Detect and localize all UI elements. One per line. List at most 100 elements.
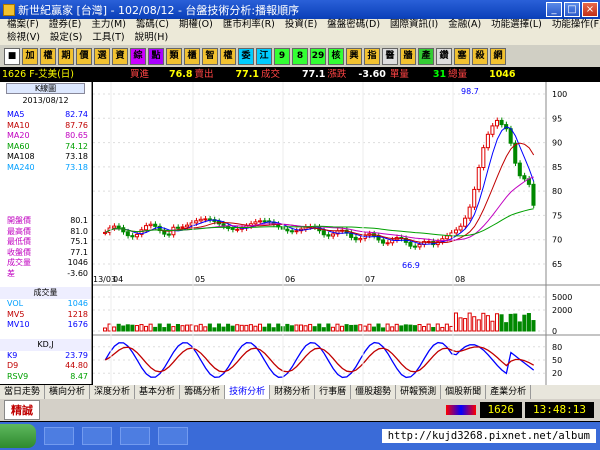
toolbar-button[interactable]: 9: [274, 47, 290, 65]
menu-item[interactable]: 功能操作(F): [547, 19, 600, 32]
menu-item[interactable]: 功能選擇(L): [486, 19, 547, 32]
toolbar-button[interactable]: 資: [112, 47, 128, 65]
stock-chart[interactable]: 10095908580757065 500020000 805020 13/03…: [93, 82, 600, 385]
maximize-button[interactable]: □: [564, 2, 580, 17]
tab[interactable]: 研報預測: [396, 385, 442, 399]
toolbar-button[interactable]: 櫃: [184, 47, 200, 65]
tab[interactable]: 籌碼分析: [180, 385, 226, 399]
toolbar-button[interactable]: 價: [76, 47, 92, 65]
candle: [463, 217, 468, 227]
toolbar-button[interactable]: 核: [328, 47, 344, 65]
x-tick-label: 04: [113, 275, 123, 284]
toolbar-button[interactable]: 醫: [382, 47, 398, 65]
toolbar-button[interactable]: ■: [4, 47, 20, 65]
menu-item[interactable]: 國際資訊(I): [385, 19, 443, 32]
candle: [235, 228, 240, 231]
tab[interactable]: 財務分析: [270, 385, 316, 399]
candle: [472, 188, 477, 208]
x-tick-label: 06: [285, 275, 295, 284]
toolbar-button[interactable]: 委: [238, 47, 254, 65]
menu-item[interactable]: 檢視(V): [2, 32, 45, 45]
menu-item[interactable]: 期權(O): [174, 19, 218, 32]
toolbar-button[interactable]: 期: [58, 47, 74, 65]
x-tick-label: 07: [365, 275, 375, 284]
toolbar-button[interactable]: 選: [94, 47, 110, 65]
toolbar-button[interactable]: 江: [256, 47, 272, 65]
indicator-label: 收盤價: [7, 247, 31, 257]
close-button[interactable]: ×: [582, 2, 598, 17]
menu-item[interactable]: 檔案(F): [2, 19, 44, 32]
volume-bar: [207, 323, 212, 332]
toolbar-button[interactable]: 類: [166, 47, 182, 65]
volume-bar: [203, 326, 208, 332]
toolbar-button[interactable]: 權: [220, 47, 236, 65]
toolbar-button[interactable]: 智: [202, 47, 218, 65]
toolbar-button[interactable]: 興: [346, 47, 362, 65]
toolbar-button[interactable]: 綜: [130, 47, 146, 65]
volume-bar: [153, 326, 158, 332]
toolbar-button[interactable]: 點: [148, 47, 164, 65]
candle: [166, 233, 171, 236]
menu-item[interactable]: 投資(E): [280, 19, 322, 32]
candle: [444, 235, 449, 240]
indicator-row: MA108 73.18: [0, 152, 91, 163]
tab[interactable]: 當日走勢: [0, 385, 46, 399]
taskbar-apps: [44, 427, 188, 445]
menu-item[interactable]: 設定(S): [45, 32, 87, 45]
candle: [358, 237, 363, 241]
toolbar-button[interactable]: 29: [310, 47, 326, 65]
tab[interactable]: 個股新聞: [441, 385, 487, 399]
volume-bar: [239, 324, 244, 332]
indicator-value: -3.60: [67, 268, 88, 278]
menu-item[interactable]: 盤盤密碼(D): [322, 19, 385, 32]
volume-bar: [335, 323, 340, 332]
toolbar-button[interactable]: 產: [418, 47, 434, 65]
tab[interactable]: 僵股趨勢: [351, 385, 397, 399]
minimize-button[interactable]: _: [546, 2, 562, 17]
menu-item[interactable]: 籌碼(C): [131, 19, 174, 32]
volume-bar: [330, 326, 335, 332]
menu-item[interactable]: 匯市利率(R): [218, 19, 280, 32]
indicator-row: 收盤價 77.1: [0, 248, 91, 259]
tab[interactable]: 技術分析: [225, 385, 271, 399]
app-icon[interactable]: [158, 427, 188, 445]
tab[interactable]: 基本分析: [135, 385, 181, 399]
indicator-label: 開盤價: [7, 216, 31, 225]
change-value: -3.60: [358, 69, 386, 80]
app-icon[interactable]: [120, 427, 150, 445]
tab[interactable]: 橫向分析: [45, 385, 91, 399]
total-volume-value: 1046: [489, 69, 516, 80]
toolbar-button[interactable]: 塞: [454, 47, 470, 65]
toolbar-button[interactable]: 網: [490, 47, 506, 65]
tab[interactable]: 產業分析: [486, 385, 532, 399]
toolbar: ■ 加權期價選資綜點類櫃智權委江 9 8 29 核興指醫牆產鑽塞殺網: [0, 45, 600, 67]
volume-bar: [230, 325, 235, 332]
menu-item[interactable]: 工具(T): [87, 32, 129, 45]
indicator-label: 最高價: [7, 226, 31, 236]
menu-item[interactable]: 主力(M): [86, 19, 131, 32]
volume-bar: [494, 313, 500, 332]
tab[interactable]: 深度分析: [90, 385, 136, 399]
toolbar-button[interactable]: 鑽: [436, 47, 452, 65]
toolbar-button[interactable]: 指: [364, 47, 380, 65]
indicator-value: 1218: [67, 309, 88, 319]
volume-bar: [390, 326, 395, 332]
candle: [453, 229, 459, 234]
kline-header: K線圖: [6, 83, 85, 94]
tab[interactable]: 行事曆: [315, 385, 352, 399]
volume-bar: [504, 322, 509, 332]
toolbar-button[interactable]: 加: [22, 47, 38, 65]
start-button[interactable]: [0, 424, 36, 448]
volume-bar: [144, 325, 149, 332]
toolbar-button[interactable]: 殺: [472, 47, 488, 65]
volume-bar: [212, 327, 217, 332]
app-icon[interactable]: [44, 427, 74, 445]
toolbar-button[interactable]: 牆: [400, 47, 416, 65]
menu-item[interactable]: 證券(E): [44, 19, 86, 32]
app-icon[interactable]: [82, 427, 112, 445]
toolbar-button[interactable]: 權: [40, 47, 56, 65]
toolbar-button[interactable]: 8: [292, 47, 308, 65]
menu-item[interactable]: 說明(H): [130, 32, 174, 45]
menu-item[interactable]: 金融(A): [443, 19, 486, 32]
volume-bar: [381, 327, 386, 332]
